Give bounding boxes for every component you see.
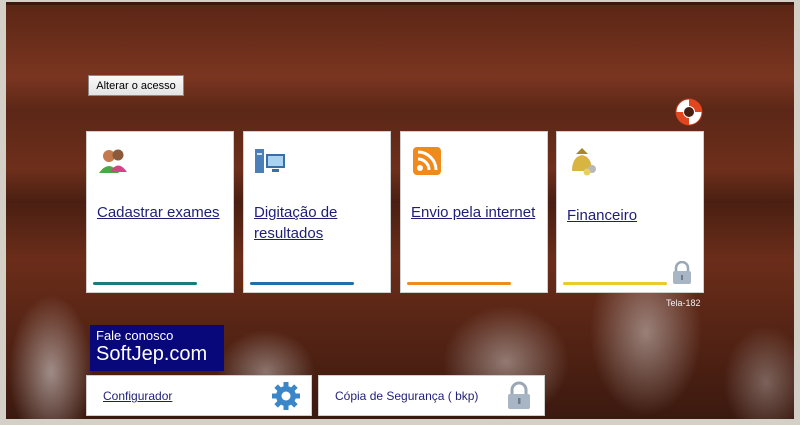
rss-icon — [413, 147, 441, 175]
backup-button[interactable]: Cópia de Segurança ( bkp) — [318, 375, 545, 416]
help-lifebuoy-icon[interactable] — [674, 97, 704, 127]
money-bag-icon — [572, 148, 596, 176]
tile-accent-bar — [563, 282, 667, 285]
contact-us-link[interactable]: Fale conosco SoftJep.com — [90, 325, 224, 371]
tile-label[interactable]: Digitação de resultados — [254, 202, 382, 244]
tile-enter-results[interactable]: Digitação de resultados — [243, 131, 391, 293]
gear-icon — [272, 382, 300, 410]
configurator-label: Configurador — [103, 389, 173, 403]
contact-site: SoftJep.com — [96, 343, 208, 365]
lock-icon — [508, 381, 530, 409]
tile-accent-bar — [93, 282, 197, 285]
configurator-button[interactable]: Configurador — [86, 375, 312, 416]
tile-send-internet[interactable]: Envio pela internet — [400, 131, 548, 293]
app-window: Alterar o acesso Cadastrar exames Digita… — [0, 0, 800, 425]
users-icon — [99, 149, 127, 173]
tile-label[interactable]: Envio pela internet — [411, 202, 539, 223]
background-shelf — [6, 2, 794, 5]
contact-line1: Fale conosco — [96, 328, 174, 343]
screen-id-label: Tela-182 — [666, 298, 701, 308]
tile-label[interactable]: Cadastrar exames — [97, 202, 225, 223]
tile-financial[interactable]: Financeiro — [556, 131, 704, 293]
tile-accent-bar — [407, 282, 511, 285]
tile-accent-bar — [250, 282, 354, 285]
tile-register-exams[interactable]: Cadastrar exames — [86, 131, 234, 293]
computer-icon — [255, 149, 285, 173]
change-access-button[interactable]: Alterar o acesso — [88, 75, 184, 96]
lock-icon — [673, 261, 691, 284]
backup-label: Cópia de Segurança ( bkp) — [335, 389, 479, 403]
tile-label[interactable]: Financeiro — [567, 205, 695, 226]
